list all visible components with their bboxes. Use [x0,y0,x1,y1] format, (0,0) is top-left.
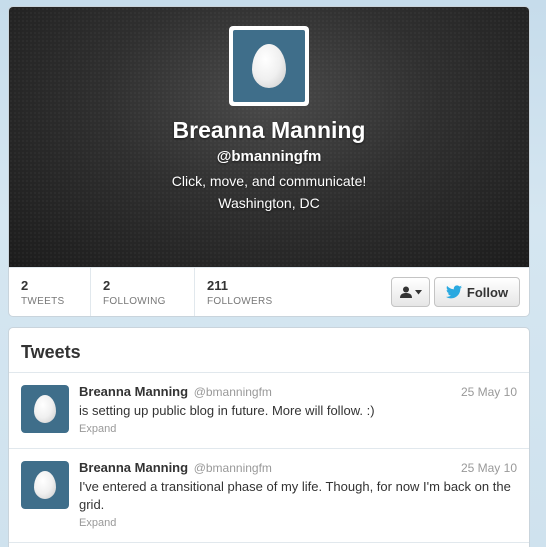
stat-tweets-count: 2 [21,278,29,293]
egg-avatar-icon [34,471,56,499]
stat-followers[interactable]: 211 FOLLOWERS [195,268,295,316]
tweet-author-handle[interactable]: @bmanningfm [194,461,272,475]
caret-down-icon [415,289,422,294]
egg-avatar-icon [34,395,56,423]
tweet-author-name[interactable]: Breanna Manning [79,460,188,475]
tweet-avatar[interactable] [21,461,69,509]
user-icon [400,286,412,298]
tweets-card: Tweets Breanna Manning @bmanningfm 25 Ma… [8,327,530,547]
stat-tweets-label: TWEETS [21,296,65,307]
follow-button-label: Follow [466,284,509,300]
tweet-item[interactable]: Breanna Manning @bmanningfm 25 May 10 I'… [9,449,529,543]
tweet-item[interactable]: Breanna Manning @bmanningfm 25 May 10 is… [9,373,529,449]
egg-avatar-icon [252,44,286,88]
profile-location: Washington, DC [218,195,320,211]
follow-button[interactable]: Follow [434,277,520,307]
profile-bio: Click, move, and communicate! [171,173,367,189]
profile-avatar[interactable] [229,26,309,106]
tweet-avatar[interactable] [21,385,69,433]
tweet-text: I've entered a transitional phase of my … [79,479,511,512]
stat-following-count: 2 [103,278,111,293]
profile-handle: @bmanningfm [216,148,322,165]
user-actions-dropdown[interactable] [391,277,430,307]
tweet-expand-link[interactable]: Expand [79,422,517,436]
profile-header: Breanna Manning @bmanningfm Click, move,… [9,7,529,267]
stat-tweets[interactable]: 2 TWEETS [9,268,91,316]
tweet-date[interactable]: 25 May 10 [461,459,517,477]
stat-following-label: FOLLOWING [103,296,166,307]
tweet-expand-link[interactable]: Expand [79,516,517,530]
twitter-bird-icon [445,285,462,299]
profile-name: Breanna Manning [172,117,366,143]
tweet-date[interactable]: 25 May 10 [461,383,517,401]
tweets-heading: Tweets [9,328,529,373]
stat-following[interactable]: 2 FOLLOWING [91,268,195,316]
tweet-author-name[interactable]: Breanna Manning [79,384,188,399]
profile-card: Breanna Manning @bmanningfm Click, move,… [8,6,530,317]
stat-followers-label: FOLLOWERS [207,296,273,307]
stat-followers-count: 211 [207,278,228,293]
tweet-author-handle[interactable]: @bmanningfm [194,385,272,399]
tweet-text: is setting up public blog in future. Mor… [79,403,375,418]
stats-bar: 2 TWEETS 2 FOLLOWING 211 FOLLOWERS Follo… [9,267,529,316]
